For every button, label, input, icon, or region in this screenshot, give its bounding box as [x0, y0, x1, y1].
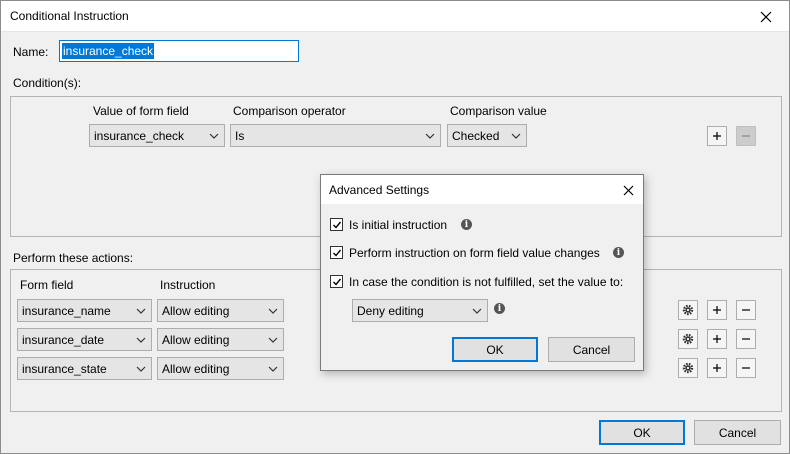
popup-ok-button[interactable]: OK	[452, 337, 538, 362]
action-settings-button[interactable]	[678, 358, 698, 378]
info-icon: i	[613, 247, 624, 258]
close-icon	[623, 185, 633, 195]
initial-instruction-checkbox[interactable]	[330, 218, 343, 231]
add-action-button[interactable]	[707, 300, 727, 320]
checkmark-icon	[332, 249, 341, 257]
checkmark-icon	[332, 221, 341, 229]
value-changes-checkbox[interactable]	[330, 246, 343, 259]
checkmark-icon	[332, 278, 341, 286]
chevron-down-icon	[209, 133, 219, 139]
conditions-label: Condition(s):	[13, 76, 82, 90]
remove-action-button[interactable]	[736, 358, 756, 378]
add-action-button[interactable]	[707, 358, 727, 378]
minus-icon	[742, 338, 750, 340]
fallback-value: Deny editing	[357, 304, 424, 318]
not-fulfilled-checkbox[interactable]	[330, 275, 343, 288]
action-field-value: insurance_state	[22, 362, 107, 376]
minus-icon	[742, 309, 750, 311]
advanced-settings-popup: Advanced Settings Is initial instruction…	[320, 174, 644, 371]
actions-label: Perform these actions:	[13, 251, 134, 265]
value-changes-label: Perform instruction on form field value …	[349, 246, 600, 260]
action-header-instruction: Instruction	[160, 278, 216, 292]
action-instruction-value: Allow editing	[162, 362, 230, 376]
close-icon	[760, 11, 772, 22]
window-title: Conditional Instruction	[10, 9, 129, 23]
action-field-value: insurance_date	[22, 333, 105, 347]
popup-ok-label: OK	[486, 342, 504, 357]
gear-icon	[682, 304, 694, 316]
add-action-button[interactable]	[707, 329, 727, 349]
gear-icon	[682, 333, 694, 345]
plus-icon	[713, 132, 721, 140]
plus-icon	[713, 306, 721, 314]
ok-button-label: OK	[633, 425, 651, 440]
action-field-select[interactable]: insurance_name	[17, 299, 152, 322]
condition-operator-select[interactable]: Is	[230, 124, 441, 147]
popup-cancel-label: Cancel	[572, 342, 611, 357]
condition-header-field: Value of form field	[93, 104, 189, 118]
chevron-down-icon	[268, 337, 278, 343]
chevron-down-icon	[268, 366, 278, 372]
close-button[interactable]	[743, 1, 789, 32]
remove-action-button[interactable]	[736, 329, 756, 349]
chevron-down-icon	[136, 308, 146, 314]
action-field-value: insurance_name	[22, 304, 111, 318]
plus-icon	[713, 335, 721, 343]
condition-field-value: insurance_check	[94, 129, 185, 143]
initial-instruction-label: Is initial instruction	[349, 218, 448, 232]
action-instruction-select[interactable]: Allow editing	[157, 328, 284, 351]
cancel-button[interactable]: Cancel	[694, 420, 781, 445]
condition-header-value: Comparison value	[450, 104, 547, 118]
remove-action-button[interactable]	[736, 300, 756, 320]
fallback-value-select[interactable]: Deny editing	[352, 299, 488, 322]
cancel-button-label: Cancel	[718, 425, 757, 440]
action-instruction-value: Allow editing	[162, 333, 230, 347]
name-input-value: insurance_check	[62, 43, 155, 59]
popup-close-button[interactable]	[619, 181, 637, 199]
minus-icon	[742, 367, 750, 369]
conditional-instruction-dialog: Conditional Instruction Name: insurance_…	[0, 0, 790, 454]
title-bar: Conditional Instruction	[1, 1, 789, 32]
popup-cancel-button[interactable]: Cancel	[548, 337, 635, 362]
add-condition-button[interactable]	[707, 126, 727, 146]
action-header-field: Form field	[20, 278, 74, 292]
not-fulfilled-label: In case the condition is not fulfilled, …	[349, 275, 624, 289]
action-settings-button[interactable]	[678, 300, 698, 320]
condition-value-select[interactable]: Checked	[447, 124, 527, 147]
chevron-down-icon	[268, 308, 278, 314]
condition-operator-value: Is	[235, 129, 245, 143]
action-field-select[interactable]: insurance_state	[17, 357, 152, 380]
info-icon: i	[461, 219, 472, 230]
popup-title-bar: Advanced Settings	[321, 175, 643, 204]
action-field-select[interactable]: insurance_date	[17, 328, 152, 351]
action-instruction-select[interactable]: Allow editing	[157, 299, 284, 322]
info-icon: i	[494, 303, 505, 314]
condition-header-operator: Comparison operator	[233, 104, 346, 118]
plus-icon	[713, 364, 721, 372]
chevron-down-icon	[472, 308, 482, 314]
condition-field-select[interactable]: insurance_check	[89, 124, 225, 147]
action-instruction-select[interactable]: Allow editing	[157, 357, 284, 380]
action-settings-button[interactable]	[678, 329, 698, 349]
name-input[interactable]: insurance_check	[59, 40, 299, 62]
gear-icon	[682, 362, 694, 374]
ok-button[interactable]: OK	[599, 420, 685, 445]
condition-value-value: Checked	[452, 129, 500, 143]
chevron-down-icon	[136, 366, 146, 372]
minus-icon	[742, 135, 750, 137]
name-label: Name:	[13, 45, 49, 59]
remove-condition-button[interactable]	[736, 126, 756, 146]
chevron-down-icon	[136, 337, 146, 343]
chevron-down-icon	[511, 133, 521, 139]
popup-title: Advanced Settings	[329, 183, 430, 197]
chevron-down-icon	[425, 133, 435, 139]
action-instruction-value: Allow editing	[162, 304, 230, 318]
